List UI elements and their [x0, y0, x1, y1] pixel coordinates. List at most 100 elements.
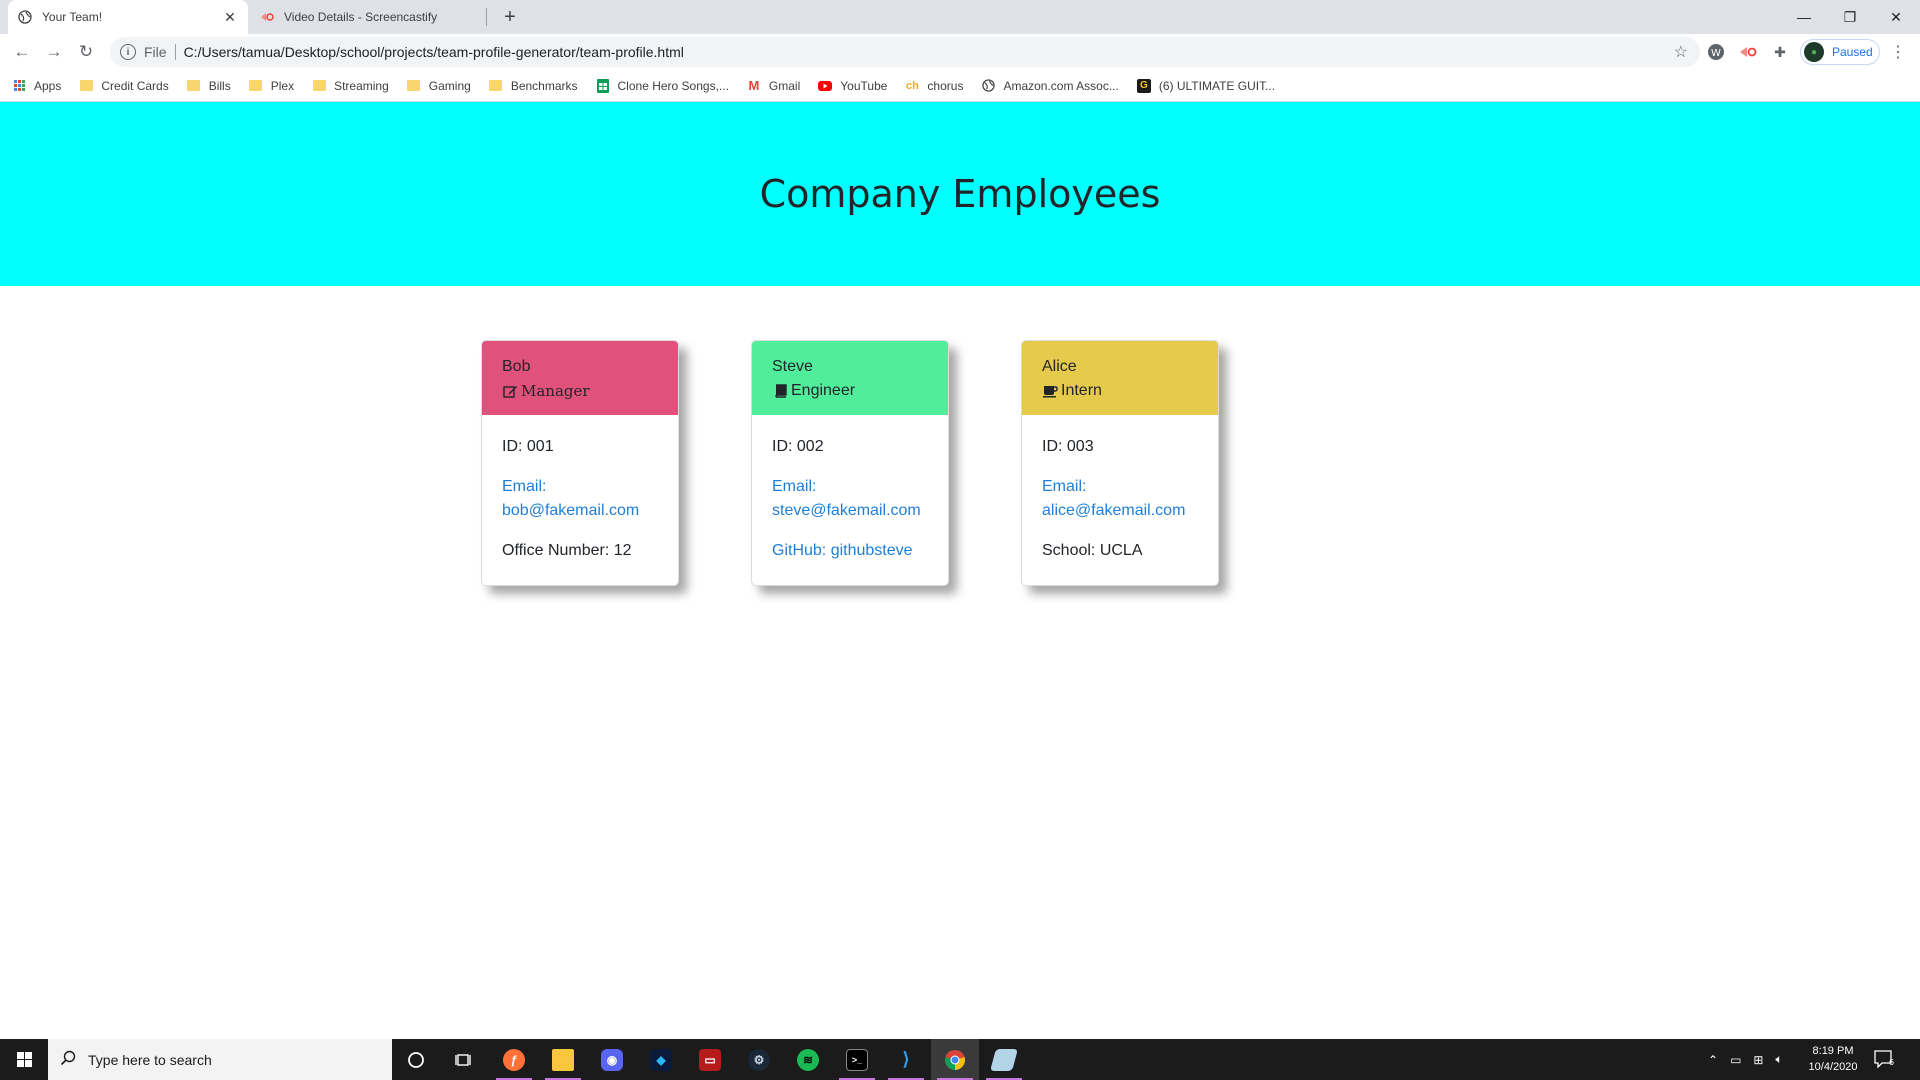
close-icon[interactable]: ✕ [222, 9, 238, 25]
address-bar[interactable]: i File C:/Users/tamua/Desktop/school/pro… [110, 37, 1700, 67]
bookmark-clone-hero-songs[interactable]: Clone Hero Songs,... [596, 78, 729, 93]
cortana-icon[interactable] [392, 1039, 440, 1080]
terminal-icon[interactable]: >_ [833, 1039, 881, 1080]
role-label: Engineer [791, 382, 856, 399]
task-view-icon[interactable] [440, 1039, 488, 1080]
employee-role: Engineer [772, 379, 928, 403]
bookmark-folder-benchmarks[interactable]: Benchmarks [489, 79, 578, 93]
taskbar-clock[interactable]: 8:19 PM 10/4/2020 [1798, 1043, 1868, 1075]
bookmark-amazon-associates[interactable]: Amazon.com Assoc... [981, 78, 1119, 93]
steam-icon[interactable]: ⚙ [735, 1039, 783, 1080]
tab-screencastify[interactable]: Video Details - Screencastify [250, 0, 484, 34]
reload-icon[interactable]: ↻ [72, 38, 100, 66]
employee-role: Manager [502, 379, 658, 403]
email-link[interactable]: Email: steve@fakemail.com [772, 475, 928, 523]
bookmark-folder-plex[interactable]: Plex [249, 79, 294, 93]
info-icon[interactable]: i [120, 44, 136, 60]
spotify-icon[interactable]: ≋ [784, 1039, 832, 1080]
email-address[interactable]: alice@fakemail.com [1042, 499, 1198, 523]
more-menu-icon[interactable]: ⋮ [1888, 42, 1908, 62]
folder-icon [407, 79, 421, 93]
new-tab-button[interactable]: + [498, 5, 522, 29]
start-button[interactable] [0, 1039, 48, 1080]
email-link[interactable]: Email: bob@fakemail.com [502, 475, 658, 523]
employee-card-manager: Bob Manager ID: 001 Email: bob@fakemail.… [481, 340, 679, 586]
windows-taskbar: Type here to search ƒ ◉ ◆ ▭ ⚙ ≋ >_ ⟩ ⌃ ▭… [0, 1039, 1920, 1080]
dev-tool-icon[interactable]: ◆ [637, 1039, 685, 1080]
apps-grid-icon [12, 79, 26, 93]
employee-card-intern: Alice Intern ID: 003 Email: alice@fakema… [1021, 340, 1219, 586]
folder-icon [187, 79, 201, 93]
bookmark-youtube[interactable]: YouTube [818, 79, 887, 93]
url-text[interactable]: C:/Users/tamua/Desktop/school/projects/t… [184, 44, 684, 60]
firefox-icon[interactable]: ƒ [490, 1039, 538, 1080]
restore-button[interactable]: ❐ [1828, 0, 1872, 34]
back-arrow-icon[interactable]: ← [8, 38, 36, 66]
volume-icon[interactable]: 🔈︎ [1775, 1052, 1782, 1067]
bookmark-label: Amazon.com Assoc... [1003, 78, 1119, 93]
profile-button[interactable]: ● Paused [1800, 39, 1880, 65]
email-label: Email: [772, 478, 817, 495]
notification-icon[interactable]: 6 [1872, 1047, 1896, 1071]
game-launcher-icon[interactable]: ▭ [686, 1039, 734, 1080]
taskbar-search[interactable]: Type here to search [48, 1039, 392, 1080]
settings-icon[interactable]: ⊞ [1753, 1053, 1763, 1067]
folder-icon [249, 79, 263, 93]
chorus-icon: ch [906, 79, 919, 92]
notes-icon[interactable] [980, 1039, 1028, 1080]
tab-title: Your Team! [42, 10, 103, 24]
youtube-icon [818, 79, 833, 93]
email-address[interactable]: bob@fakemail.com [502, 499, 658, 523]
folder-icon [79, 79, 93, 93]
card-header: Bob Manager [482, 341, 678, 415]
extension-w-icon[interactable]: W [1706, 42, 1726, 62]
vscode-icon[interactable]: ⟩ [882, 1039, 930, 1080]
employee-id: ID: 003 [1042, 438, 1094, 455]
bookmark-chorus[interactable]: ch chorus [905, 79, 963, 93]
bookmark-label: Bills [208, 78, 231, 93]
page-title: Company Employees [759, 172, 1161, 216]
bookmark-label: Plex [270, 78, 295, 93]
clock-time: 8:19 PM [1812, 1045, 1854, 1057]
bookmark-gmail[interactable]: M Gmail [747, 78, 801, 93]
profile-status: Paused [1832, 45, 1873, 59]
bookmark-folder-gaming[interactable]: Gaming [407, 79, 471, 93]
employee-card-engineer: Steve Engineer ID: 002 Email: steve@fake… [751, 340, 949, 586]
file-explorer-icon[interactable] [539, 1039, 587, 1080]
chrome-icon[interactable] [931, 1039, 979, 1080]
browser-toolbar: ← → ↻ i File C:/Users/tamua/Desktop/scho… [0, 34, 1920, 70]
bookmark-apps[interactable]: Apps [12, 79, 61, 93]
bookmarks-bar: Apps Credit Cards Bills Plex Streaming G… [0, 70, 1920, 102]
window-close-button[interactable]: ✕ [1874, 0, 1918, 34]
screencastify-extension-icon[interactable] [1738, 42, 1758, 62]
tab-your-team[interactable]: Your Team! ✕ [8, 0, 248, 34]
bookmark-label: Apps [34, 78, 62, 93]
extensions-puzzle-icon[interactable]: ✚ [1770, 42, 1790, 62]
bookmark-label: Gaming [428, 78, 471, 93]
minimize-button[interactable]: — [1782, 0, 1826, 34]
screencastify-icon [260, 10, 274, 24]
network-icon[interactable]: ▭ [1730, 1053, 1741, 1067]
email-label: Email: [502, 478, 547, 495]
email-address[interactable]: steve@fakemail.com [772, 499, 928, 523]
forward-arrow-icon[interactable]: → [40, 38, 68, 66]
bookmark-ultimate-guitar[interactable]: G (6) ULTIMATE GUIT... [1136, 78, 1275, 93]
bookmark-folder-credit-cards[interactable]: Credit Cards [79, 79, 169, 93]
card-header: Alice Intern [1022, 341, 1218, 415]
email-label: Email: [1042, 478, 1087, 495]
scheme-chip: File [144, 44, 167, 60]
globe-icon [18, 10, 32, 24]
gmail-icon: M [748, 78, 760, 93]
chevron-up-icon[interactable]: ⌃ [1708, 1053, 1718, 1067]
avatar: ● [1804, 42, 1824, 62]
bookmark-folder-streaming[interactable]: Streaming [312, 79, 389, 93]
tab-separator [486, 8, 487, 26]
page-content: Company Employees Bob Manager ID: 001 Em… [0, 102, 1920, 1039]
email-link[interactable]: Email: alice@fakemail.com [1042, 475, 1198, 523]
edit-icon [502, 383, 518, 399]
discord-icon[interactable]: ◉ [588, 1039, 636, 1080]
github-link[interactable]: GitHub: githubsteve [772, 539, 928, 563]
folder-icon [312, 79, 326, 93]
bookmark-star-icon[interactable]: ☆ [1674, 42, 1688, 62]
bookmark-folder-bills[interactable]: Bills [187, 79, 231, 93]
